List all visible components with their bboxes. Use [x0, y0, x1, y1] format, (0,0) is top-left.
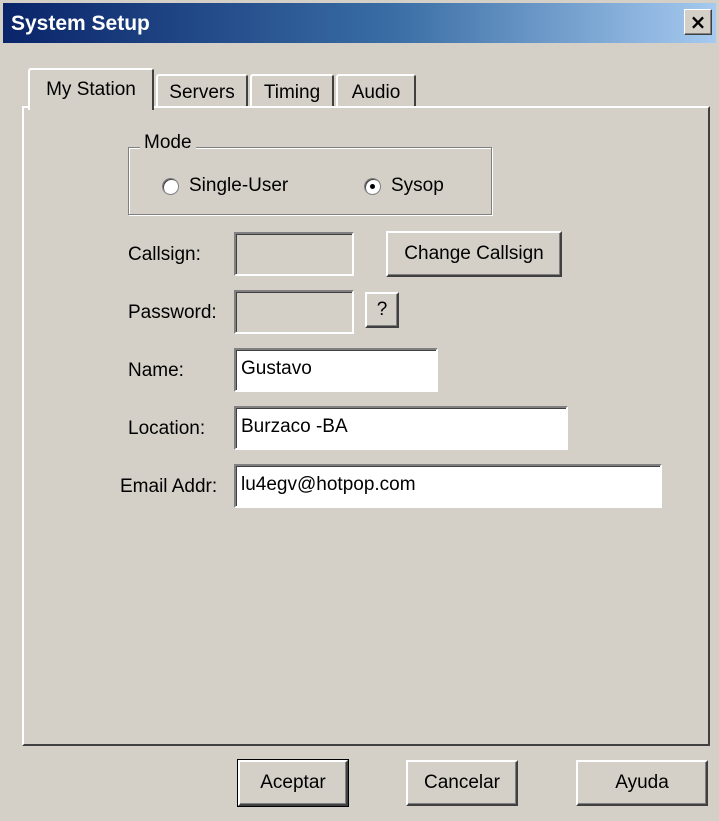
change-callsign-button[interactable]: Change Callsign	[386, 231, 562, 277]
button-label: Ayuda	[615, 772, 669, 793]
mode-group-label: Mode	[140, 132, 196, 154]
close-button[interactable]: ×	[684, 9, 712, 35]
email-label: Email Addr:	[120, 476, 218, 497]
tab-servers[interactable]: Servers	[156, 74, 248, 110]
password-label: Password:	[128, 302, 217, 323]
tab-label: Audio	[351, 82, 401, 103]
email-field[interactable]: lu4egv@hotpop.com	[234, 464, 662, 508]
radio-single-user[interactable]: Single-User	[162, 175, 288, 197]
tab-label: Servers	[169, 82, 235, 103]
radio-button[interactable]	[364, 177, 381, 195]
tab-label: My Station	[46, 79, 136, 100]
cancel-button[interactable]: Cancelar	[406, 760, 518, 806]
radio-selected-dot	[370, 183, 375, 189]
password-help-button[interactable]: ?	[365, 292, 399, 328]
tab-my-station[interactable]: My Station	[28, 68, 154, 110]
ok-button[interactable]: Aceptar	[237, 759, 349, 807]
button-label: Aceptar	[260, 772, 326, 793]
radio-button[interactable]	[162, 177, 179, 195]
title-bar[interactable]: System Setup ×	[3, 3, 716, 43]
name-label: Name:	[128, 360, 184, 381]
radio-label: Single-User	[189, 175, 289, 196]
button-label: ?	[376, 299, 388, 320]
name-field[interactable]: Gustavo	[234, 348, 438, 392]
tab-audio[interactable]: Audio	[336, 74, 416, 110]
button-label: Change Callsign	[404, 243, 544, 264]
tab-timing[interactable]: Timing	[250, 74, 334, 110]
button-label: Cancelar	[423, 772, 501, 793]
radio-label: Sysop	[391, 175, 444, 196]
location-label: Location:	[128, 418, 206, 439]
window-title: System Setup	[11, 12, 150, 35]
close-icon: ×	[689, 10, 707, 34]
password-field[interactable]	[234, 290, 354, 334]
location-field[interactable]: Burzaco -BA	[234, 406, 568, 450]
help-button[interactable]: Ayuda	[576, 760, 708, 806]
radio-sysop[interactable]: Sysop	[364, 175, 444, 197]
system-setup-dialog: System Setup × My Station Servers Timing…	[0, 0, 719, 821]
tab-label: Timing	[263, 82, 321, 103]
callsign-field[interactable]	[234, 232, 354, 276]
callsign-label: Callsign:	[128, 244, 201, 265]
